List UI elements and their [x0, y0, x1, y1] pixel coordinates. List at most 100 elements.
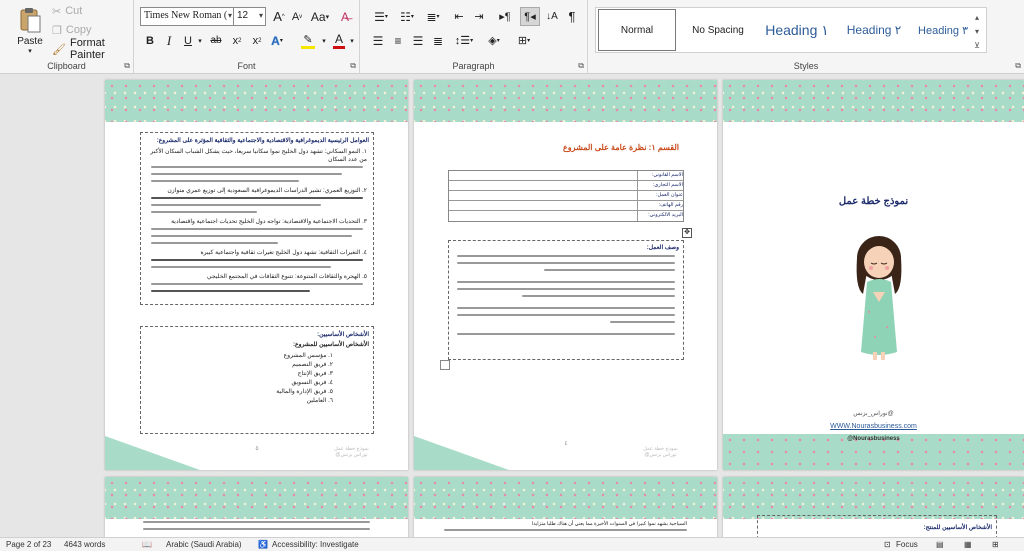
- shrink-font-button[interactable]: Av: [289, 8, 305, 25]
- ltr-button[interactable]: ▸¶: [494, 8, 516, 25]
- clear-formatting-button[interactable]: A̶: [336, 8, 354, 25]
- page-7[interactable]: السياحية بشهد نموا كبيرا في السنوات الأخ…: [414, 477, 717, 537]
- bold-button[interactable]: B: [142, 32, 158, 49]
- font-name-combo[interactable]: Times New Roman ( ▾: [140, 7, 235, 26]
- table-resize-handle[interactable]: [440, 360, 450, 370]
- page-1-cover[interactable]: نموذج خطة عمل @نوراس_بزنس WWW.Nourasbusi…: [723, 80, 1024, 470]
- subscript-button[interactable]: x2: [228, 32, 246, 49]
- multilevel-list-button[interactable]: ≣ ▾: [422, 8, 444, 25]
- format-painter-button[interactable]: 🖌 Format Painter: [52, 37, 133, 61]
- factor-item-3: ٣. التحديات الاجتماعية والاقتصادية: تواج…: [171, 219, 367, 225]
- language-indicator[interactable]: Arabic (Saudi Arabia): [166, 540, 242, 549]
- chevron-up-icon[interactable]: ▴: [971, 11, 983, 25]
- cover-website-link[interactable]: WWW.Nourasbusiness.com: [723, 423, 1024, 430]
- align-right-button[interactable]: ☰: [410, 32, 426, 49]
- page-4[interactable]: القسم ١: نظرة عامة على المشروع الاسم الق…: [414, 80, 717, 470]
- footer-line: @نوراس بزنس: [644, 452, 677, 458]
- gallery-expand-icon[interactable]: ⊻: [971, 39, 983, 53]
- font-name-value: Times New Roman (: [144, 10, 228, 21]
- dialog-launcher-icon[interactable]: ⧉: [578, 61, 584, 71]
- strikethrough-icon: ab: [210, 35, 222, 46]
- page-footer: نموذج خطة عمل @نوراس بزنس: [614, 446, 707, 458]
- superscript-button[interactable]: x2: [248, 32, 266, 49]
- bold-icon: B: [146, 34, 154, 47]
- numbering-button[interactable]: ☷ ▾: [396, 8, 418, 25]
- underline-dropdown[interactable]: ▾: [196, 32, 204, 49]
- align-center-icon: ≡: [394, 33, 402, 48]
- highlight-dropdown[interactable]: ▾: [320, 32, 328, 49]
- highlight-button[interactable]: ✎: [297, 31, 319, 50]
- borders-button[interactable]: ⊞ ▾: [512, 32, 536, 49]
- styles-gallery: Normal No Spacing Heading ١ Heading ٢ He…: [595, 7, 987, 53]
- justify-button[interactable]: ≣: [430, 32, 446, 49]
- strikethrough-button[interactable]: ab: [207, 32, 225, 49]
- style-no-spacing[interactable]: No Spacing: [680, 8, 756, 52]
- sort-button[interactable]: ↓A: [544, 8, 560, 25]
- clipboard-group: Paste ▾ ✂ Cut ❐ Copy 🖌 Format Painter Cl…: [0, 0, 134, 74]
- increase-indent-icon: ⇥: [474, 11, 484, 23]
- cover-title: نموذج خطة عمل: [838, 196, 909, 207]
- dialog-launcher-icon[interactable]: ⧉: [350, 61, 356, 71]
- accessibility-status[interactable]: Accessibility: Investigate: [272, 540, 359, 549]
- paste-button[interactable]: Paste ▾: [10, 4, 50, 56]
- increase-indent-button[interactable]: ⇥: [470, 8, 488, 25]
- page-8[interactable]: [105, 477, 408, 537]
- style-heading-1[interactable]: Heading ١: [758, 8, 836, 52]
- font-size-combo[interactable]: 12 ▾: [233, 7, 266, 26]
- style-heading-3[interactable]: Heading ٣: [912, 8, 974, 52]
- print-layout-icon[interactable]: ▦: [964, 540, 972, 549]
- table-move-handle-icon[interactable]: ✥: [682, 228, 692, 238]
- proofing-icon[interactable]: 📖: [142, 540, 152, 549]
- table-label: الاسم القانوني:: [651, 172, 683, 178]
- style-normal[interactable]: Normal: [598, 9, 676, 51]
- page-banner: [105, 80, 408, 122]
- staff-item: ٢. فريق التصميم: [292, 362, 333, 368]
- change-case-button[interactable]: Aa ▾: [307, 8, 333, 25]
- text-effects-button[interactable]: A ▾: [268, 32, 286, 49]
- font-color-dropdown[interactable]: ▾: [348, 32, 356, 49]
- clipboard-icon: [18, 6, 42, 34]
- dialog-launcher-icon[interactable]: ⧉: [1015, 61, 1021, 71]
- accessibility-icon[interactable]: ♿: [258, 540, 268, 549]
- web-layout-icon[interactable]: ⊞: [992, 540, 999, 549]
- page-count[interactable]: Page 2 of 23: [6, 540, 51, 549]
- decrease-indent-button[interactable]: ⇤: [450, 8, 468, 25]
- page-6[interactable]: الأشخاص الأساسيين للمنتج:: [723, 477, 1024, 537]
- bullets-button[interactable]: ☰ ▾: [370, 8, 392, 25]
- highlighter-icon: ✎: [303, 33, 313, 46]
- show-formatting-button[interactable]: ¶: [564, 8, 580, 25]
- paint-bucket-icon: ◈: [488, 35, 497, 47]
- align-left-button[interactable]: ☰: [370, 32, 386, 49]
- align-center-button[interactable]: ≡: [390, 32, 406, 49]
- dialog-launcher-icon[interactable]: ⧉: [124, 61, 130, 71]
- grow-font-button[interactable]: A ^: [271, 8, 287, 25]
- shading-button[interactable]: ◈ ▾: [482, 32, 506, 49]
- gallery-scroll[interactable]: ▴ ▾ ⊻: [971, 11, 983, 53]
- underline-button[interactable]: U: [180, 32, 196, 49]
- chevron-down-icon[interactable]: ▾: [971, 25, 983, 39]
- description-box: وصف العمل:: [448, 240, 684, 360]
- factor-item-1: ١. النمو السكاني: تشهد دول الخليج نموا س…: [150, 149, 367, 163]
- style-heading-2[interactable]: Heading ٢: [838, 8, 910, 52]
- page-5[interactable]: العوامل الرئيسية الديموغرافية والاقتصادي…: [105, 80, 408, 470]
- focus-button[interactable]: Focus: [896, 540, 918, 549]
- cut-button[interactable]: ✂ Cut: [52, 3, 82, 19]
- paragraph-group-label: Paragraph: [452, 61, 495, 71]
- italic-icon: I: [166, 32, 172, 48]
- word-count[interactable]: 4643 words: [64, 540, 105, 549]
- cover-handle: @Nourasbusiness: [847, 436, 900, 442]
- read-mode-icon[interactable]: ▤: [936, 540, 944, 549]
- document-area[interactable]: العوامل الرئيسية الديموغرافية والاقتصادي…: [0, 74, 1024, 537]
- italic-button[interactable]: I: [161, 32, 177, 49]
- staff-item: ٣. فريق الإنتاج: [297, 371, 333, 377]
- copy-button[interactable]: ❐ Copy: [52, 22, 92, 38]
- focus-icon[interactable]: ⊡: [884, 540, 891, 549]
- rtl-icon: ¶◂: [524, 11, 536, 23]
- font-color-button[interactable]: A: [330, 31, 348, 50]
- font-size-value: 12: [237, 10, 249, 21]
- rtl-button[interactable]: ¶◂: [520, 7, 540, 26]
- staff-item: ١. مؤسس المشروع: [283, 353, 333, 359]
- page-footer: نموذج خطة عمل @نوراس بزنس: [305, 446, 398, 458]
- section-heading: القسم ١: نظرة عامة على المشروع: [563, 143, 679, 152]
- line-spacing-button[interactable]: ↕☰ ▾: [452, 32, 476, 49]
